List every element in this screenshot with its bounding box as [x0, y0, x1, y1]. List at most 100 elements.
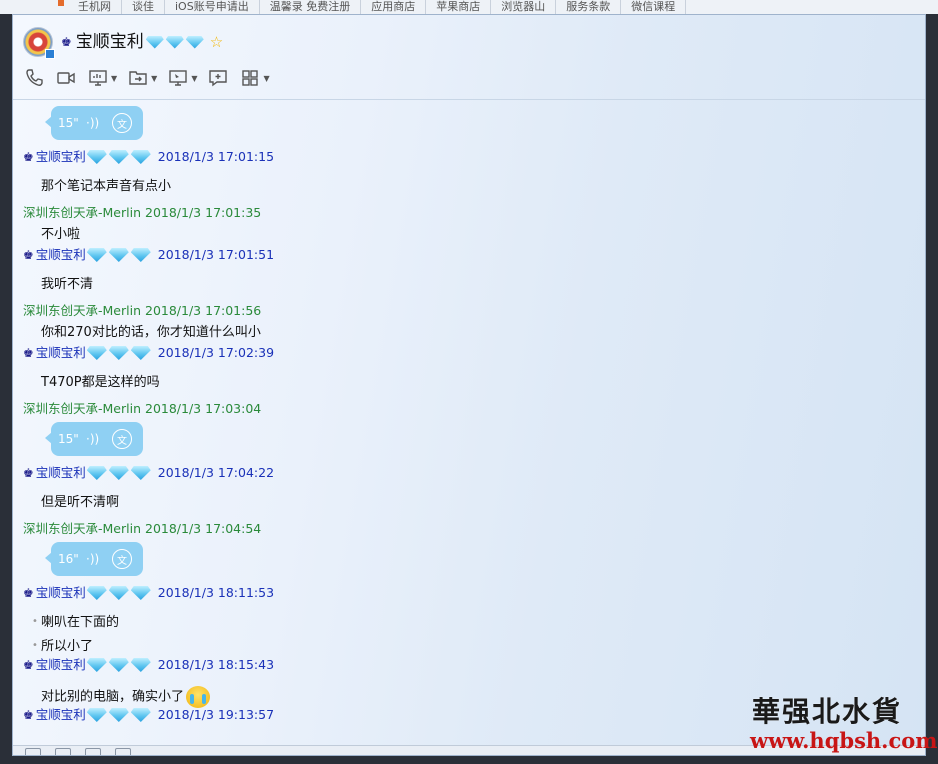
message-body: 你和270对比的话，你才知道什么叫小	[41, 325, 261, 340]
message-timestamp: 2018/1/3 18:11:53	[157, 585, 275, 600]
contact-name: 宝顺宝利	[75, 32, 144, 52]
voice-message[interactable]: 16" ·)) 文	[45, 542, 143, 576]
message-header: ♚ 宝顺宝利 2018/1/3 17:01:51	[23, 246, 274, 264]
sender-name[interactable]: 深圳东创天承-Merlin	[23, 302, 141, 320]
voice-message[interactable]: 15" ·)) 文	[45, 106, 143, 140]
bg-tab: 苹果商店	[426, 0, 492, 14]
diamond-icon	[165, 35, 184, 49]
bullet-icon: •	[32, 640, 38, 651]
message-header: ♚ 宝顺宝利 2018/1/3 17:01:15	[23, 148, 274, 166]
speech-to-text-icon[interactable]: 文	[112, 549, 132, 569]
message-text: 你和270对比的话，你才知道什么叫小	[41, 324, 261, 342]
diamond-icon	[86, 658, 107, 672]
diamond-icon	[86, 466, 107, 480]
diamond-icon	[130, 248, 151, 262]
message-text: T470P都是这样的吗	[41, 374, 160, 392]
chevron-down-icon[interactable]: ▼	[191, 74, 197, 83]
watermark-url: www.hqbsh.com	[750, 728, 938, 753]
diamond-icon	[86, 708, 107, 722]
crown-icon: ♚	[23, 658, 34, 672]
device-status-icon	[45, 49, 55, 59]
voice-wave-icon: ·))	[86, 432, 100, 446]
diamond-icon	[86, 248, 107, 262]
screen-share-icon[interactable]	[87, 67, 109, 89]
diamond-icon	[108, 466, 129, 480]
sender-name[interactable]: 宝顺宝利	[36, 344, 86, 362]
message-list: 15" ·)) 文 ♚ 宝顺宝利 2018/1/3 17:01:15 那个笔记本声音有点小深…	[13, 100, 925, 722]
voice-message[interactable]: 15" ·)) 文	[45, 422, 143, 456]
sender-name[interactable]: 宝顺宝利	[36, 656, 86, 674]
message-text: 喇叭在下面的	[41, 614, 119, 632]
screenshot-icon[interactable]	[55, 748, 71, 755]
diamond-icon	[86, 586, 107, 600]
contact-title[interactable]: ♚ 宝顺宝利 ☆	[61, 29, 223, 55]
voice-wave-icon: ·))	[86, 116, 100, 130]
speech-to-text-icon[interactable]: 文	[112, 429, 132, 449]
chevron-down-icon[interactable]: ▼	[111, 74, 117, 83]
bullet-icon: •	[32, 616, 38, 627]
star-icon: ☆	[209, 33, 224, 51]
crown-icon: ♚	[23, 248, 34, 262]
bg-tab: 服务条款	[556, 0, 622, 14]
bg-tab: 浏览器山	[491, 0, 557, 14]
message-text: 对比别的电脑，确实小了	[41, 686, 211, 708]
diamond-icon	[108, 708, 129, 722]
diamond-icon	[108, 346, 129, 360]
sender-name[interactable]: 宝顺宝利	[36, 464, 86, 482]
voice-duration: 16"	[58, 552, 79, 566]
message-text: 那个笔记本声音有点小	[41, 178, 171, 196]
message-body: 但是听不清啊	[41, 495, 120, 510]
message-header: ♚ 宝顺宝利 2018/1/3 17:04:22	[23, 464, 274, 482]
message-text: 所以小了	[41, 638, 93, 656]
chevron-down-icon[interactable]: ▼	[151, 74, 157, 83]
message-text: 不小啦	[41, 226, 80, 244]
message-timestamp: 2018/1/3 17:03:04	[145, 401, 262, 416]
tab-favicon	[58, 0, 64, 6]
message-header: ♚ 宝顺宝利 2018/1/3 17:02:39	[23, 344, 274, 362]
sender-name[interactable]: 宝顺宝利	[36, 148, 86, 166]
remote-desktop-icon[interactable]	[167, 67, 189, 89]
message-header: ♚ 宝顺宝利 2018/1/3 19:13:57	[23, 706, 274, 724]
sender-name[interactable]: 深圳东创天承-Merlin	[23, 204, 141, 222]
message-body: 不小啦	[41, 227, 81, 242]
diamond-icon	[130, 346, 151, 360]
sender-name[interactable]: 宝顺宝利	[36, 246, 86, 264]
message-body: 对比别的电脑，确实小了	[41, 689, 185, 705]
image-icon[interactable]	[85, 748, 101, 755]
crown-icon: ♚	[23, 466, 34, 480]
message-timestamp: 2018/1/3 17:02:39	[157, 345, 275, 360]
diamond-icon	[86, 346, 107, 360]
message-body: 我听不清	[41, 277, 94, 292]
grid-apps-icon[interactable]	[239, 67, 261, 89]
bg-tab: 壬机网	[68, 0, 122, 14]
voice-duration: 15"	[58, 116, 79, 130]
sender-name[interactable]: 深圳东创天承-Merlin	[23, 400, 141, 418]
chat-toolbar: ▼ ▼ ▼ ▼	[23, 67, 270, 89]
speech-to-text-icon[interactable]: 文	[112, 113, 132, 133]
message-timestamp: 2018/1/3 17:01:35	[145, 205, 262, 220]
sender-name[interactable]: 深圳东创天承-Merlin	[23, 520, 141, 538]
chat-window: ♚ 宝顺宝利 ☆ ▼ ▼ ▼ ▼ 15" ·)) 文 ♚ 宝顺宝利 2018/1…	[12, 14, 926, 756]
message-header: ♚ 宝顺宝利 2018/1/3 18:15:43	[23, 656, 274, 674]
bg-tab: 微信课程	[621, 0, 687, 14]
voice-wave-icon: ·))	[86, 552, 100, 566]
diamond-icon	[130, 658, 151, 672]
message-timestamp: 2018/1/3 17:04:54	[145, 521, 262, 536]
sender-name[interactable]: 宝顺宝利	[36, 584, 86, 602]
message-text: 但是听不清啊	[41, 494, 119, 512]
chevron-down-icon[interactable]: ▼	[263, 74, 269, 83]
diamond-icon	[130, 466, 151, 480]
background-browser-tabs: 壬机网 谈佳 iOS账号申请出 温馨录 免费注册 应用商店 苹果商店 浏览器山 服务条款 微信课…	[0, 0, 938, 14]
crown-icon: ♚	[61, 35, 72, 49]
diamond-icon	[130, 708, 151, 722]
phone-icon[interactable]	[23, 67, 45, 89]
video-icon[interactable]	[55, 67, 77, 89]
message-timestamp: 2018/1/3 17:01:15	[157, 149, 275, 164]
add-app-icon[interactable]	[207, 67, 229, 89]
crown-icon: ♚	[23, 586, 34, 600]
file-icon[interactable]	[115, 748, 131, 755]
emoji-icon[interactable]	[25, 748, 41, 755]
file-transfer-icon[interactable]	[127, 67, 149, 89]
diamond-icon	[185, 35, 204, 49]
sender-name[interactable]: 宝顺宝利	[36, 706, 86, 724]
